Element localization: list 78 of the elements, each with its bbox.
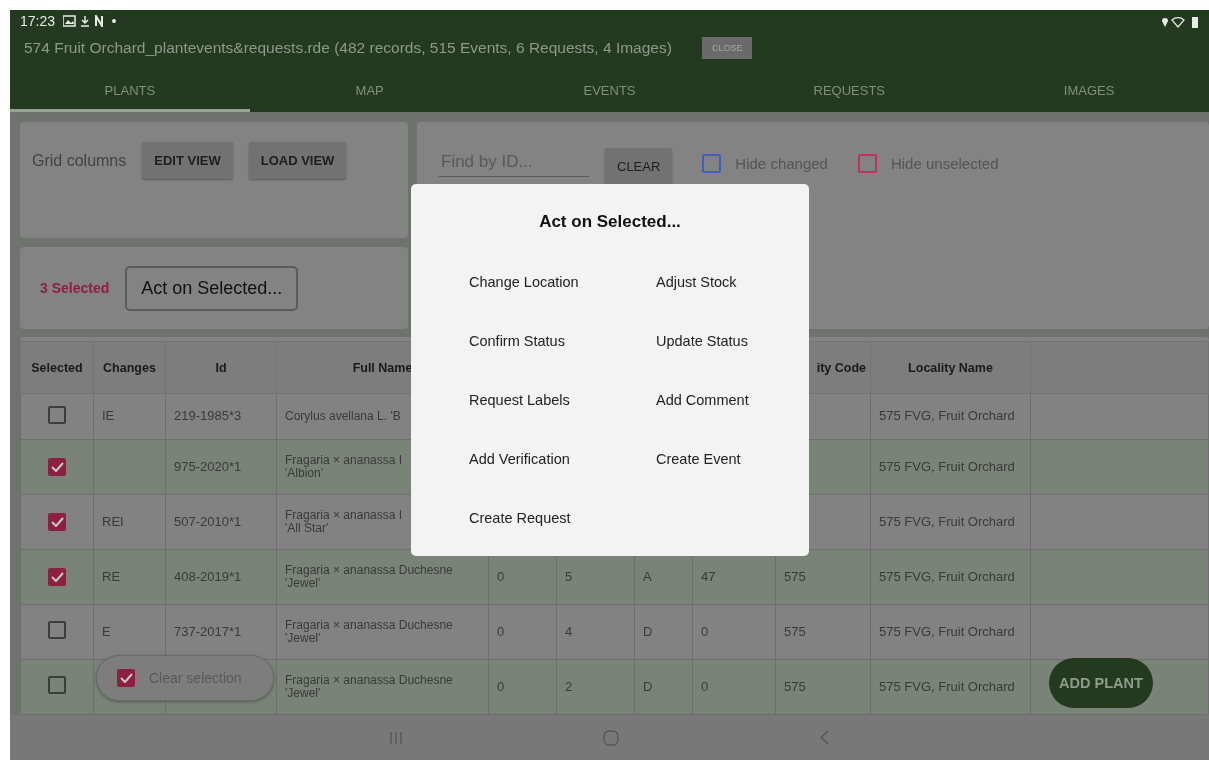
tab[interactable]: MAP [249,72,490,112]
tab[interactable]: IMAGES [969,72,1209,112]
tab[interactable]: EVENTS [489,72,730,112]
table-cell: 575 FVG, Fruit Orchard [879,678,1015,694]
add-plant-button[interactable]: ADD PLANT [1049,658,1153,708]
table-cell: 575 FVG, Fruit Orchard [879,513,1015,529]
table-cell: 47 [701,568,716,584]
dialog-action[interactable]: Add Comment [656,370,749,429]
table-cell: 575 [784,568,806,584]
selected-count: 3 Selected [40,280,110,296]
table-cell: 575 FVG, Fruit Orchard [879,623,1015,639]
checkbox[interactable] [857,154,877,173]
checkbox[interactable] [702,154,722,173]
table-cell: 0 [701,623,709,639]
table-cell: Corylus avellana L. 'B [285,408,401,423]
table-cell: 575 FVG, Fruit Orchard [879,568,1015,584]
table-cell: D [643,678,653,694]
home-icon[interactable] [603,729,619,746]
table-cell: 575 [784,623,806,639]
table-cell: 975-2020*1 [174,458,242,474]
dialog-action[interactable]: Update Status [656,311,748,370]
tab[interactable]: PLANTS [10,72,250,112]
row-checkbox[interactable] [48,513,66,531]
clear-button[interactable]: CLEAR [605,148,673,185]
checkmark-icon [119,673,133,683]
table-cell: REI [102,513,124,529]
status-time: 17:23 [20,13,56,29]
table-cell: 219-1985*3 [174,408,242,424]
dialog-action[interactable]: Adjust Stock [656,252,737,311]
checkmark-icon [50,462,64,472]
row-checkbox[interactable] [48,676,66,695]
status-system-icons [1161,14,1199,28]
table-cell: Fragaria × ananassa I 'All Star' [285,507,403,535]
tab[interactable]: REQUESTS [729,72,970,112]
table-cell: Fragaria × ananassa Duchesne 'Jewel' [285,672,453,700]
back-icon[interactable] [819,730,829,745]
table-cell: 5 [565,568,573,584]
act-on-selected-button[interactable]: Act on Selected... [125,265,299,311]
dialog-action[interactable]: Create Request [469,488,571,547]
table-cell: IE [102,408,115,424]
row-checkbox[interactable] [48,568,66,586]
table-cell: 737-2017*1 [174,623,242,639]
table-cell: E [102,623,111,639]
table-cell: 575 FVG, Fruit Orchard [879,458,1015,474]
column-header: Selected [20,341,94,394]
dialog-title: Act on Selected... [539,212,681,232]
column-header: Id [165,341,277,394]
table-cell: 0 [497,623,505,639]
row-checkbox[interactable] [48,458,66,476]
dialog-action[interactable]: Change Location [469,252,579,311]
table-cell: 408-2019*1 [174,568,242,584]
column-header: Locality Name [870,341,1031,394]
window-title: 574 Fruit Orchard_plantevents&requests.rde (482 records, 515 Events, 6 Requests, 4 Images) [24,39,672,57]
table-cell: Fragaria × ananassa Duchesne 'Jewel' [285,562,453,590]
table-cell: 0 [497,568,505,584]
view-button[interactable]: EDIT VIEW [142,142,233,179]
checkmark-icon [50,572,64,582]
table-cell: 0 [701,678,709,694]
checkmark-icon [50,517,64,527]
row-checkbox[interactable] [48,621,66,640]
grid-columns-label: Grid columns [32,152,127,170]
row-checkbox[interactable] [48,405,66,424]
table-cell: A [643,568,652,584]
table-cell: Fragaria × ananassa I 'Albion' [285,452,403,480]
dialog-action[interactable]: Add Verification [469,429,570,488]
table-cell: 2 [565,678,573,694]
table-cell: D [643,623,653,639]
table-cell: 507-2010*1 [174,513,242,529]
dialog-action[interactable]: Create Event [656,429,741,488]
status-notification-icons [63,15,119,27]
view-button[interactable]: LOAD VIEW [248,142,347,179]
table-cell: 575 [784,678,806,694]
table-cell: Fragaria × ananassa Duchesne 'Jewel' [285,617,453,645]
table-cell: RE [102,568,121,584]
table-cell: 0 [497,678,505,694]
table-cell: 575 FVG, Fruit Orchard [879,408,1015,424]
table-cell: 4 [565,623,573,639]
column-header: Changes [93,341,166,394]
